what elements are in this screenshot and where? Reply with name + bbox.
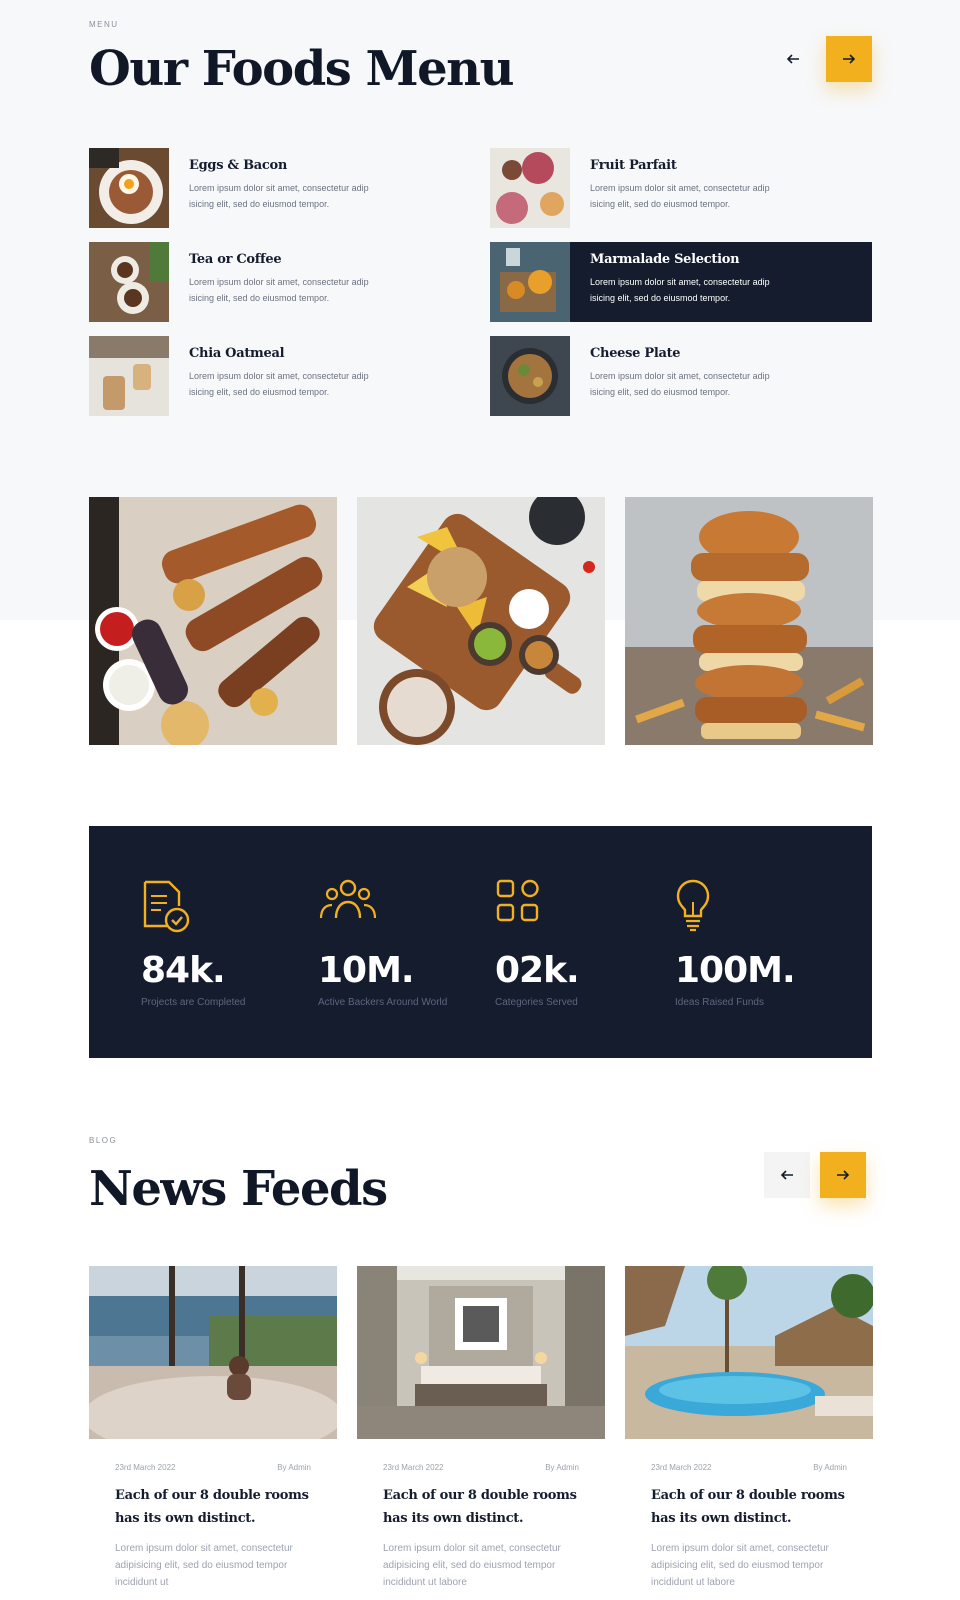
news-next-button[interactable] [820, 1152, 866, 1198]
nachos-board-photo [357, 497, 605, 745]
news-excerpt: Lorem ipsum dolor sit amet, consectetur … [115, 1543, 293, 1588]
arrow-right-icon [843, 54, 856, 64]
news-author[interactable]: By Admin [813, 1463, 847, 1472]
news-card[interactable]: 23rd March 2022 By Admin Each of our 8 d… [357, 1266, 605, 1591]
menu-item-fruit-parfait[interactable]: Fruit Parfait Lorem ipsum dolor sit amet… [490, 148, 872, 228]
menu-eyebrow: MENU [89, 20, 119, 29]
menu-item-name: Marmalade Selection [590, 252, 740, 267]
menu-item-name: Cheese Plate [590, 346, 681, 361]
menu-item-desc: Lorem ipsum dolor sit amet, consectetur … [590, 277, 770, 303]
stat-label: Ideas Raised Funds [675, 997, 764, 1008]
grid-categories-icon [496, 879, 539, 922]
news-date: 23rd March 2022 [651, 1463, 712, 1472]
tea-coffee-photo [89, 242, 169, 322]
menu-item-cheese-plate[interactable]: Cheese Plate Lorem ipsum dolor sit amet,… [490, 336, 872, 416]
stat-label: Categories Served [495, 997, 578, 1008]
grilled-meat-photo [89, 497, 337, 745]
news-card[interactable]: 23rd March 2022 By Admin Each of our 8 d… [89, 1266, 337, 1591]
news-header: BLOG News Feeds [89, 1136, 872, 1217]
news-carousel-nav [764, 1152, 866, 1198]
news-list: 23rd March 2022 By Admin Each of our 8 d… [89, 1266, 873, 1591]
news-author[interactable]: By Admin [277, 1463, 311, 1472]
arrow-left-icon [786, 54, 799, 64]
news-card-title[interactable]: Each of our 8 double rooms has its own d… [115, 1484, 311, 1530]
menu-item-eggs-bacon[interactable]: Eggs & Bacon Lorem ipsum dolor sit amet,… [89, 148, 471, 228]
eggs-bacon-photo [89, 148, 169, 228]
stat-label: Projects are Completed [141, 997, 246, 1008]
stat-value: 02k. [495, 950, 580, 991]
menu-list: Eggs & Bacon Lorem ipsum dolor sit amet,… [89, 148, 872, 416]
page-title: Our Foods Menu [89, 41, 514, 97]
stat-categories: 02k. Categories Served [495, 878, 675, 1058]
menu-item-name: Eggs & Bacon [189, 158, 288, 173]
food-gallery [89, 497, 873, 745]
prev-button[interactable] [770, 36, 816, 82]
next-button[interactable] [826, 36, 872, 82]
lightbulb-icon [676, 879, 710, 932]
news-image-resort-pool [625, 1266, 873, 1439]
news-title: News Feeds [89, 1161, 388, 1217]
news-meta: 23rd March 2022 By Admin [651, 1463, 847, 1472]
users-group-icon [319, 879, 377, 919]
marmalade-photo [490, 242, 570, 322]
news-image-bedroom [357, 1266, 605, 1439]
arrow-left-icon [780, 1170, 793, 1180]
arrow-right-icon [837, 1170, 850, 1180]
news-meta: 23rd March 2022 By Admin [115, 1463, 311, 1472]
menu-item-desc: Lorem ipsum dolor sit amet, consectetur … [590, 183, 770, 209]
news-prev-button[interactable] [764, 1152, 810, 1198]
cheese-plate-photo [490, 336, 570, 416]
menu-item-desc: Lorem ipsum dolor sit amet, consectetur … [590, 371, 770, 397]
menu-item-name: Chia Oatmeal [189, 346, 285, 361]
news-card-title[interactable]: Each of our 8 double rooms has its own d… [651, 1484, 847, 1530]
menu-item-tea-coffee[interactable]: Tea or Coffee Lorem ipsum dolor sit amet… [89, 242, 471, 322]
menu-header: MENU Our Foods Menu [89, 20, 872, 97]
chia-oatmeal-photo [89, 336, 169, 416]
menu-item-marmalade-selection[interactable]: Marmalade Selection Lorem ipsum dolor si… [490, 242, 872, 322]
news-meta: 23rd March 2022 By Admin [383, 1463, 579, 1472]
stats-panel: 84k. Projects are Completed 10M. Active … [89, 826, 872, 1058]
stat-label: Active Backers Around World [318, 997, 448, 1008]
fruit-parfait-photo [490, 148, 570, 228]
news-card[interactable]: 23rd March 2022 By Admin Each of our 8 d… [625, 1266, 873, 1591]
menu-item-chia-oatmeal[interactable]: Chia Oatmeal Lorem ipsum dolor sit amet,… [89, 336, 471, 416]
news-date: 23rd March 2022 [115, 1463, 176, 1472]
news-image-bedroom-view [89, 1266, 337, 1439]
news-excerpt: Lorem ipsum dolor sit amet, consectetur … [651, 1543, 829, 1588]
news-eyebrow: BLOG [89, 1136, 118, 1145]
document-check-icon [143, 880, 190, 933]
stat-ideas: 100M. Ideas Raised Funds [675, 878, 852, 1058]
news-card-title[interactable]: Each of our 8 double rooms has its own d… [383, 1484, 579, 1530]
stat-value: 10M. [318, 950, 415, 991]
stat-value: 84k. [141, 950, 226, 991]
menu-carousel-nav [770, 36, 872, 82]
menu-item-desc: Lorem ipsum dolor sit amet, consectetur … [189, 183, 369, 209]
stat-backers: 10M. Active Backers Around World [318, 878, 495, 1058]
stat-value: 100M. [675, 950, 796, 991]
news-date: 23rd March 2022 [383, 1463, 444, 1472]
burger-stack-photo [625, 497, 873, 745]
news-excerpt: Lorem ipsum dolor sit amet, consectetur … [383, 1543, 561, 1588]
news-author[interactable]: By Admin [545, 1463, 579, 1472]
stat-projects: 84k. Projects are Completed [141, 878, 318, 1058]
menu-item-name: Fruit Parfait [590, 158, 677, 173]
menu-item-desc: Lorem ipsum dolor sit amet, consectetur … [189, 277, 369, 303]
menu-item-desc: Lorem ipsum dolor sit amet, consectetur … [189, 371, 369, 397]
menu-item-name: Tea or Coffee [189, 252, 282, 267]
